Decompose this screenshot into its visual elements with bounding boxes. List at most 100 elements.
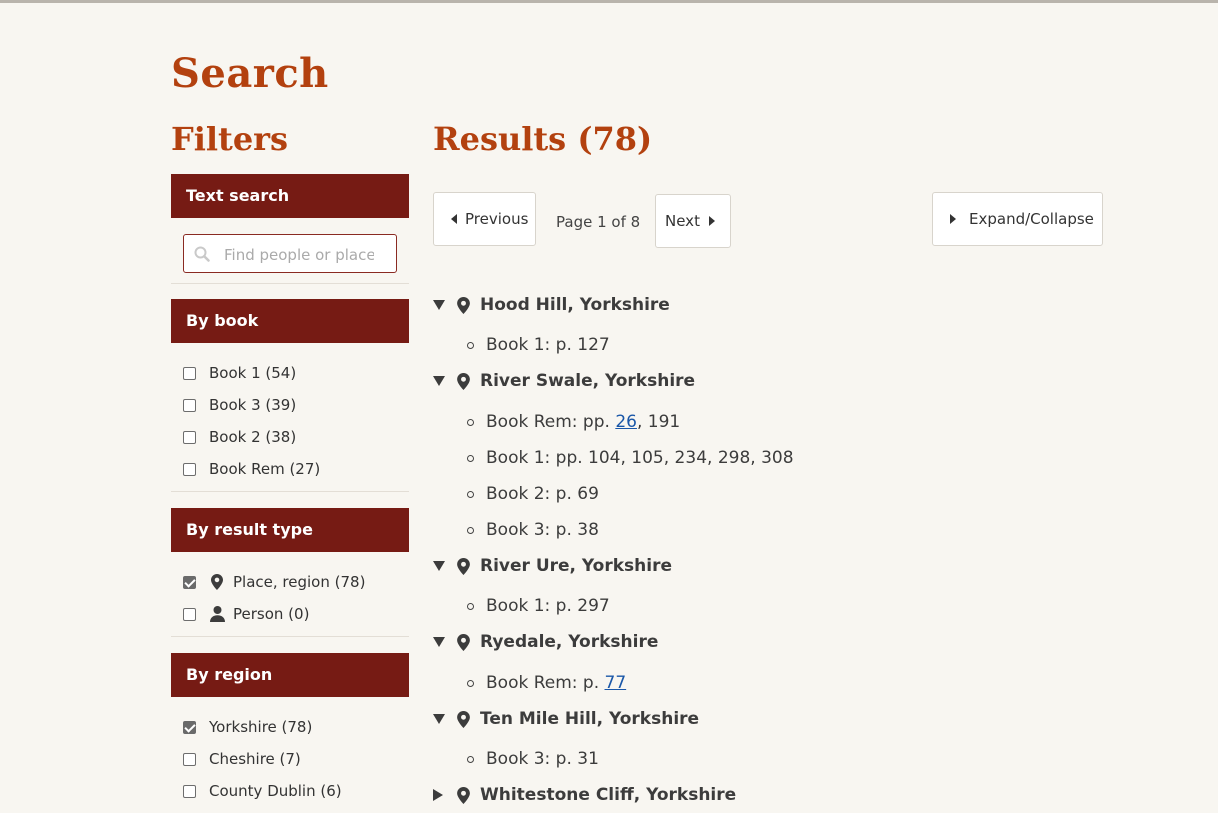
previous-label: Previous xyxy=(465,210,529,228)
filter-label: Book 1 (54) xyxy=(209,364,297,382)
book-reference: Book 1: p. 127 xyxy=(467,333,610,357)
place-name: Ten Mile Hill, Yorkshire xyxy=(480,709,700,729)
filter-book-1[interactable]: Book 1 (54) xyxy=(183,362,296,384)
filter-label: County Dublin (6) xyxy=(209,782,342,800)
page-link[interactable]: 26 xyxy=(615,412,637,432)
filter-label: Yorkshire (78) xyxy=(209,718,313,736)
search-field[interactable] xyxy=(183,234,397,273)
bullet xyxy=(467,418,474,426)
collapsed-triangle-icon[interactable] xyxy=(433,789,451,801)
expanded-triangle-icon[interactable] xyxy=(433,714,451,724)
by-result-type-header: By result type xyxy=(171,508,409,552)
filter-region-yorkshire[interactable]: Yorkshire (78) xyxy=(183,716,312,738)
map-marker-icon xyxy=(453,557,473,575)
filter-region-cheshire[interactable]: Cheshire (7) xyxy=(183,748,301,770)
result-place[interactable]: Hood Hill, Yorkshire xyxy=(433,293,670,317)
book-reference-text: Book 1: p. 297 xyxy=(486,596,610,616)
filter-type-person[interactable]: Person (0) xyxy=(183,603,309,625)
book-reference: Book 1: p. 297 xyxy=(467,594,610,618)
filter-type-place[interactable]: Place, region (78) xyxy=(183,571,365,593)
book-reference: Book 2: p. 69 xyxy=(467,482,599,506)
result-place[interactable]: River Swale, Yorkshire xyxy=(433,369,695,393)
by-region-header: By region xyxy=(171,653,409,697)
book-reference: Book 3: p. 38 xyxy=(467,518,599,542)
result-place[interactable]: River Ure, Yorkshire xyxy=(433,554,672,578)
book-reference-text: Book Rem: pp. xyxy=(486,412,616,432)
filter-book-rem[interactable]: Book Rem (27) xyxy=(183,458,320,480)
filter-region-county-dublin[interactable]: County Dublin (6) xyxy=(183,780,342,802)
search-input[interactable] xyxy=(222,243,376,267)
map-marker-icon xyxy=(453,633,473,651)
divider xyxy=(171,636,409,637)
place-name: Ryedale, Yorkshire xyxy=(480,632,659,652)
book-reference-text: Book 3: p. 31 xyxy=(486,749,599,769)
map-marker-icon xyxy=(453,296,473,314)
book-reference-text: Book 1: p. 127 xyxy=(486,335,610,355)
page-link[interactable]: 77 xyxy=(605,673,627,693)
expanded-triangle-icon[interactable] xyxy=(433,561,451,571)
book-reference: Book Rem: pp. 26, 191 xyxy=(467,410,680,434)
book-reference: Book Rem: p. 77 xyxy=(467,671,626,695)
page-indicator: Page 1 of 8 xyxy=(556,213,641,231)
expand-collapse-button[interactable]: Expand/Collapse xyxy=(932,192,1103,246)
result-place[interactable]: Ryedale, Yorkshire xyxy=(433,630,658,654)
top-border xyxy=(0,0,1218,3)
filter-label: Book 2 (38) xyxy=(209,428,297,446)
checkbox-checked[interactable] xyxy=(183,720,196,734)
by-book-header: By book xyxy=(171,299,409,343)
checkbox-checked[interactable] xyxy=(183,575,196,589)
divider xyxy=(171,283,409,284)
book-reference-suffix: , 191 xyxy=(636,412,681,432)
book-reference: Book 1: pp. 104, 105, 234, 298, 308 xyxy=(467,446,794,470)
page-title: Search xyxy=(171,50,329,97)
book-reference-text: Book Rem: p. xyxy=(486,673,605,693)
next-label: Next xyxy=(665,212,700,230)
book-reference-text: Book 3: p. 38 xyxy=(486,520,599,540)
place-name: River Ure, Yorkshire xyxy=(480,556,673,576)
text-search-header: Text search xyxy=(171,174,409,218)
filter-book-2[interactable]: Book 2 (38) xyxy=(183,426,296,448)
map-marker-icon xyxy=(453,786,473,804)
book-reference-text: Book 2: p. 69 xyxy=(486,484,599,504)
filters-heading: Filters xyxy=(171,120,289,158)
book-reference-text: Book 1: pp. 104, 105, 234, 298, 308 xyxy=(486,448,794,468)
bullet xyxy=(467,602,474,610)
place-name: Hood Hill, Yorkshire xyxy=(480,295,670,315)
map-marker-icon xyxy=(453,710,473,728)
book-reference: Book 3: p. 31 xyxy=(467,747,599,771)
result-place[interactable]: Ten Mile Hill, Yorkshire xyxy=(433,707,699,731)
expand-collapse-label: Expand/Collapse xyxy=(969,210,1094,228)
caret-right-icon xyxy=(708,216,715,226)
result-place[interactable]: Whitestone Cliff, Yorkshire xyxy=(433,783,736,807)
map-marker-icon xyxy=(209,574,225,590)
filter-label: Cheshire (7) xyxy=(209,750,301,768)
map-marker-icon xyxy=(453,372,473,390)
checkbox[interactable] xyxy=(183,398,196,412)
search-icon xyxy=(194,246,210,262)
checkbox[interactable] xyxy=(183,607,196,621)
checkbox[interactable] xyxy=(183,366,196,380)
expanded-triangle-icon[interactable] xyxy=(433,376,451,386)
filter-label: Person (0) xyxy=(233,605,310,623)
filter-label: Book 3 (39) xyxy=(209,396,297,414)
bullet xyxy=(467,679,474,687)
next-button[interactable]: Next xyxy=(655,194,731,248)
bullet xyxy=(467,490,474,498)
bullet xyxy=(467,526,474,534)
previous-button[interactable]: Previous xyxy=(433,192,536,246)
expanded-triangle-icon[interactable] xyxy=(433,637,451,647)
bullet xyxy=(467,454,474,462)
checkbox[interactable] xyxy=(183,784,196,798)
results-heading: Results (78) xyxy=(433,120,653,158)
caret-left-icon xyxy=(451,214,457,224)
caret-right-icon xyxy=(950,214,956,224)
checkbox[interactable] xyxy=(183,752,196,766)
filter-book-3[interactable]: Book 3 (39) xyxy=(183,394,296,416)
divider xyxy=(171,491,409,492)
expanded-triangle-icon[interactable] xyxy=(433,300,451,310)
checkbox[interactable] xyxy=(183,430,196,444)
place-name: Whitestone Cliff, Yorkshire xyxy=(480,785,737,805)
filter-label: Place, region (78) xyxy=(233,573,366,591)
checkbox[interactable] xyxy=(183,462,196,476)
bullet xyxy=(467,755,474,763)
